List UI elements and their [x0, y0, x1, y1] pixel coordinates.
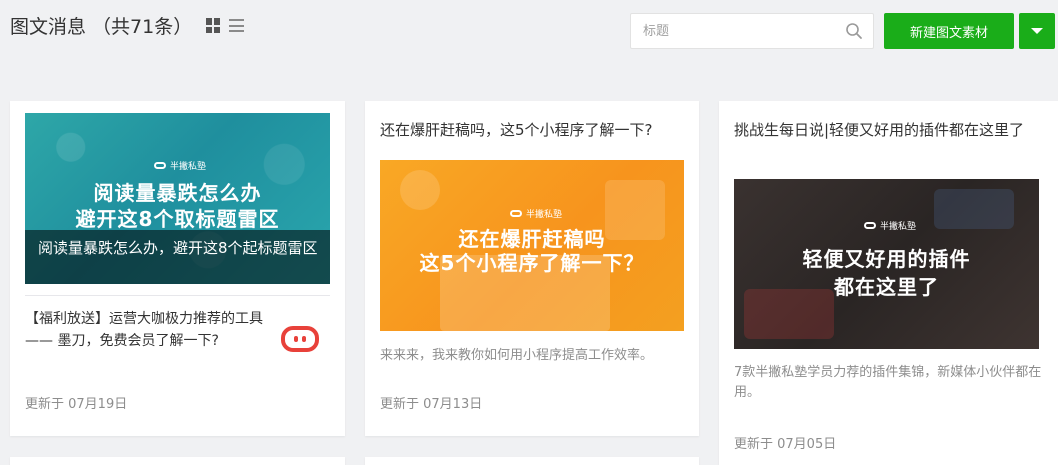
- article-cover-image[interactable]: 半撇私塾 阅读量暴跌怎么办 避开这8个取标题雷区 阅读量暴跌怎么办，避开这8个起…: [25, 113, 330, 284]
- cover-headline-2: 都在这里了: [834, 275, 939, 299]
- article-description: 7款半撇私塾学员力荐的插件集锦，新媒体小伙伴都在用。: [734, 365, 1042, 400]
- cover-decoration: [400, 170, 440, 210]
- updated-date: 更新于 07月05日: [734, 437, 837, 452]
- article-cover-image[interactable]: 半撇私塾 轻便又好用的插件 都在这里了: [734, 179, 1039, 349]
- article-card[interactable]: 还在爆肝赶稿吗，这5个小程序了解一下? 半撇私塾 还在爆肝赶稿吗 这5个小程序了…: [365, 101, 699, 436]
- modao-logo-icon: [281, 326, 319, 352]
- updated-date: 更新于 07月13日: [380, 397, 483, 412]
- sub-article-title[interactable]: 【福利放送】运营大咖极力推荐的工具 —— 墨刀，免费会员了解一下?: [25, 308, 275, 352]
- article-card[interactable]: [10, 457, 345, 465]
- brand-logo-icon: [510, 210, 522, 217]
- divider: [25, 295, 330, 296]
- article-cover-image[interactable]: 半撇私塾 还在爆肝赶稿吗 这5个小程序了解一下？: [380, 160, 684, 331]
- cover-headline-2: 这5个小程序了解一下？: [419, 251, 645, 275]
- cover-headline-1: 轻便又好用的插件: [802, 247, 971, 271]
- article-title[interactable]: 阅读量暴跌怎么办，避开这8个起标题雷区: [38, 237, 320, 259]
- article-card[interactable]: 半撇私塾 阅读量暴跌怎么办 避开这8个取标题雷区 阅读量暴跌怎么办，避开这8个起…: [10, 101, 345, 436]
- cover-brand: 半撇私塾: [154, 159, 206, 172]
- page-title: 图文消息 （共71条）: [10, 16, 193, 38]
- article-description: 来来来，我来教你如何用小程序提高工作效率。: [380, 348, 654, 363]
- search-input[interactable]: [631, 14, 831, 48]
- updated-date: 更新于 07月19日: [25, 397, 128, 412]
- page-header: 图文消息 （共71条） 新建图文素材: [0, 0, 1058, 70]
- grid-view-icon[interactable]: [206, 18, 221, 33]
- new-article-dropdown-button[interactable]: [1019, 13, 1055, 49]
- brand-logo-icon: [154, 162, 166, 169]
- cover-headline-1: 阅读量暴跌怎么办: [93, 181, 262, 205]
- cover-brand: 半撇私塾: [864, 219, 916, 232]
- cover-decoration: [934, 189, 1014, 229]
- view-toggle: [206, 18, 244, 33]
- search-icon[interactable]: [845, 22, 863, 40]
- article-card[interactable]: 挑战生每日说|轻便又好用的插件都在这里了 半撇私塾 轻便又好用的插件 都在这里了…: [719, 101, 1058, 465]
- article-title[interactable]: 挑战生每日说|轻便又好用的插件都在这里了: [734, 119, 1049, 141]
- cover-brand: 半撇私塾: [510, 207, 562, 220]
- search-box: [630, 13, 874, 49]
- article-title[interactable]: 还在爆肝赶稿吗，这5个小程序了解一下?: [380, 119, 685, 141]
- article-card[interactable]: [365, 457, 699, 465]
- cover-brand-text: 半撇私塾: [170, 162, 207, 172]
- cover-brand-text: 半撇私塾: [526, 210, 563, 220]
- new-article-button[interactable]: 新建图文素材: [884, 13, 1014, 49]
- caret-down-icon: [1031, 28, 1043, 34]
- list-view-icon[interactable]: [229, 18, 244, 33]
- sub-article-thumbnail[interactable]: [275, 314, 325, 364]
- cover-headline-2: 避开这8个取标题雷区: [75, 207, 280, 231]
- cover-brand-text: 半撇私塾: [880, 222, 917, 232]
- brand-logo-icon: [864, 222, 876, 229]
